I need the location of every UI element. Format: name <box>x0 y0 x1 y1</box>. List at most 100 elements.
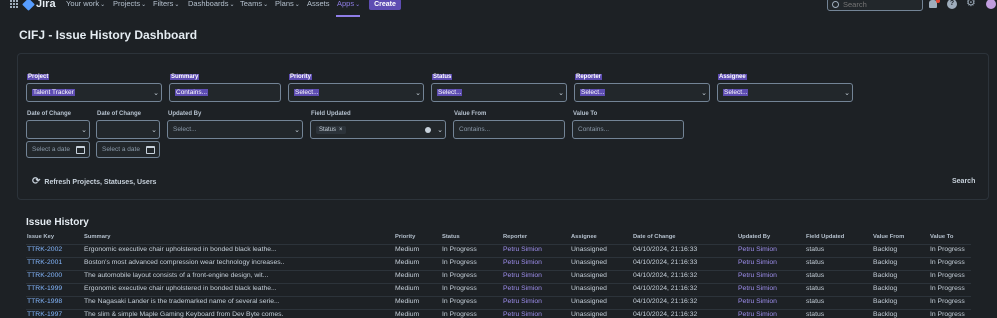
column-header[interactable]: Updated By <box>738 234 770 240</box>
updated-by-link[interactable]: Petru Simion <box>738 285 804 292</box>
column-header[interactable]: Issue Key <box>27 234 54 240</box>
nav-apps[interactable]: Apps⌄ <box>337 0 360 8</box>
reporter-link[interactable]: Petru Simion <box>503 246 568 253</box>
issue-key-link[interactable]: TTRK-1997 <box>27 311 82 318</box>
updated-by-link[interactable]: Petru Simion <box>738 272 804 279</box>
value-from-cell: Backlog <box>873 285 898 292</box>
assignee-cell: Unassigned <box>571 272 607 279</box>
field-updated-cell: status <box>806 246 825 253</box>
assignee-cell: Unassigned <box>571 285 607 292</box>
chevron-down-icon: ⌄ <box>100 2 106 8</box>
reporter-select[interactable]: Select... ⌄ <box>574 83 710 102</box>
value-from-cell: Backlog <box>873 259 898 266</box>
date-from-picker[interactable]: Select a date <box>26 141 90 158</box>
value-from-label: Value From <box>454 111 487 117</box>
project-select[interactable]: Talent Tracker ⌄ <box>26 83 162 102</box>
calendar-icon[interactable] <box>146 145 155 154</box>
value-to-cell: In Progress <box>930 311 965 318</box>
updated-by-link[interactable]: Petru Simion <box>738 298 804 305</box>
column-header[interactable]: Assignee <box>571 234 597 240</box>
updated-by-link[interactable]: Petru Simion <box>738 259 804 266</box>
priority-cell: Medium <box>395 272 420 279</box>
date-to-picker[interactable]: Select a date <box>96 141 160 158</box>
clear-selection-icon[interactable] <box>425 126 431 133</box>
summary-input[interactable]: Contains... <box>169 83 281 102</box>
date-cell: 04/10/2024, 21:16:32 <box>633 298 698 305</box>
refresh-button[interactable]: ⟳ Refresh Projects, Statuses, Users <box>32 177 156 187</box>
issue-key-link[interactable]: TTRK-1998 <box>27 298 82 305</box>
date-of-change-label: Date of Change <box>27 111 72 117</box>
app-switcher-icon[interactable] <box>10 0 18 8</box>
calendar-icon[interactable] <box>76 145 85 154</box>
nav-dashboards[interactable]: Dashboards⌄ <box>188 0 234 8</box>
priority-select[interactable]: Select... ⌄ <box>288 83 424 102</box>
value-to-cell: In Progress <box>930 285 965 292</box>
value-to-input[interactable]: Contains... <box>572 120 684 139</box>
issue-key-link[interactable]: TTRK-2002 <box>27 246 82 253</box>
column-header[interactable]: Value From <box>873 234 904 240</box>
summary-cell: Ergonomic executive chair upholstered in… <box>84 285 277 292</box>
updated-by-link[interactable]: Petru Simion <box>738 246 804 253</box>
reporter-link[interactable]: Petru Simion <box>503 285 568 292</box>
updated-by-select[interactable]: Select... ⌄ <box>167 120 303 139</box>
issue-key-link[interactable]: TTRK-1999 <box>27 285 82 292</box>
nav-teams[interactable]: Teams⌄ <box>240 0 268 8</box>
search-input[interactable] <box>843 0 913 9</box>
priority-cell: Medium <box>395 298 420 305</box>
create-button[interactable]: Create <box>369 0 401 10</box>
priority-cell: Medium <box>395 246 420 253</box>
chevron-down-icon: ⌄ <box>153 89 159 97</box>
summary-label: Summary <box>170 74 200 80</box>
value-to-cell: In Progress <box>930 259 965 266</box>
reporter-link[interactable]: Petru Simion <box>503 272 568 279</box>
row-divider <box>26 283 971 284</box>
avatar[interactable] <box>986 0 996 9</box>
field-updated-select[interactable]: Status × ⌄ <box>310 120 446 139</box>
date-of-change-operator-select[interactable]: ⌄ <box>26 120 90 139</box>
jira-logo[interactable]: Jira <box>22 0 56 11</box>
row-divider <box>26 309 971 310</box>
issue-key-link[interactable]: TTRK-2000 <box>27 272 82 279</box>
issue-key-link[interactable]: TTRK-2001 <box>27 259 82 266</box>
reporter-link[interactable]: Petru Simion <box>503 298 568 305</box>
search-button[interactable]: Search <box>952 178 975 185</box>
assignee-cell: Unassigned <box>571 246 607 253</box>
summary-cell: The Nagasaki Lander is the trademarked n… <box>84 298 280 305</box>
status-select[interactable]: Select... ⌄ <box>431 83 567 102</box>
field-updated-cell: status <box>806 298 825 305</box>
global-search[interactable] <box>827 0 923 11</box>
value-from-input[interactable]: Contains... <box>453 120 565 139</box>
column-header[interactable]: Reporter <box>503 234 527 240</box>
table-row[interactable]: TTRK-1997 The slim & simple Maple Gaming … <box>0 309 997 318</box>
column-header[interactable]: Date of Change <box>633 234 676 240</box>
column-header[interactable]: Field Updated <box>806 234 844 240</box>
column-header[interactable]: Summary <box>84 234 110 240</box>
chevron-down-icon: ⌄ <box>263 2 269 8</box>
date-cell: 04/10/2024, 21:16:33 <box>633 246 698 253</box>
nav-projects[interactable]: Projects⌄ <box>113 0 146 8</box>
settings-gear-icon[interactable]: ⚙ <box>966 0 976 9</box>
nav-your-work[interactable]: Your work⌄ <box>66 0 105 8</box>
nav-filters[interactable]: Filters⌄ <box>153 0 179 8</box>
search-icon <box>832 1 839 8</box>
column-header[interactable]: Value To <box>930 234 953 240</box>
reporter-link[interactable]: Petru Simion <box>503 311 568 318</box>
assignee-cell: Unassigned <box>571 311 607 318</box>
status-cell: In Progress <box>442 272 477 279</box>
nav-plans[interactable]: Plans⌄ <box>275 0 300 8</box>
row-divider <box>26 257 971 258</box>
assignee-select[interactable]: Select... ⌄ <box>717 83 853 102</box>
priority-cell: Medium <box>395 311 420 318</box>
chevron-down-icon: ⌄ <box>701 89 707 97</box>
section-title: Issue History <box>26 217 89 228</box>
column-header[interactable]: Status <box>442 234 460 240</box>
updated-by-label: Updated By <box>168 111 202 117</box>
reporter-link[interactable]: Petru Simion <box>503 259 568 266</box>
assignee-label: Assignee <box>718 74 747 80</box>
column-header[interactable]: Priority <box>395 234 415 240</box>
updated-by-link[interactable]: Petru Simion <box>738 311 804 318</box>
remove-tag-icon[interactable]: × <box>339 127 343 133</box>
help-icon[interactable]: ? <box>947 0 957 9</box>
nav-assets[interactable]: Assets <box>307 0 330 8</box>
date-of-change-operator-select[interactable]: ⌄ <box>96 120 160 139</box>
